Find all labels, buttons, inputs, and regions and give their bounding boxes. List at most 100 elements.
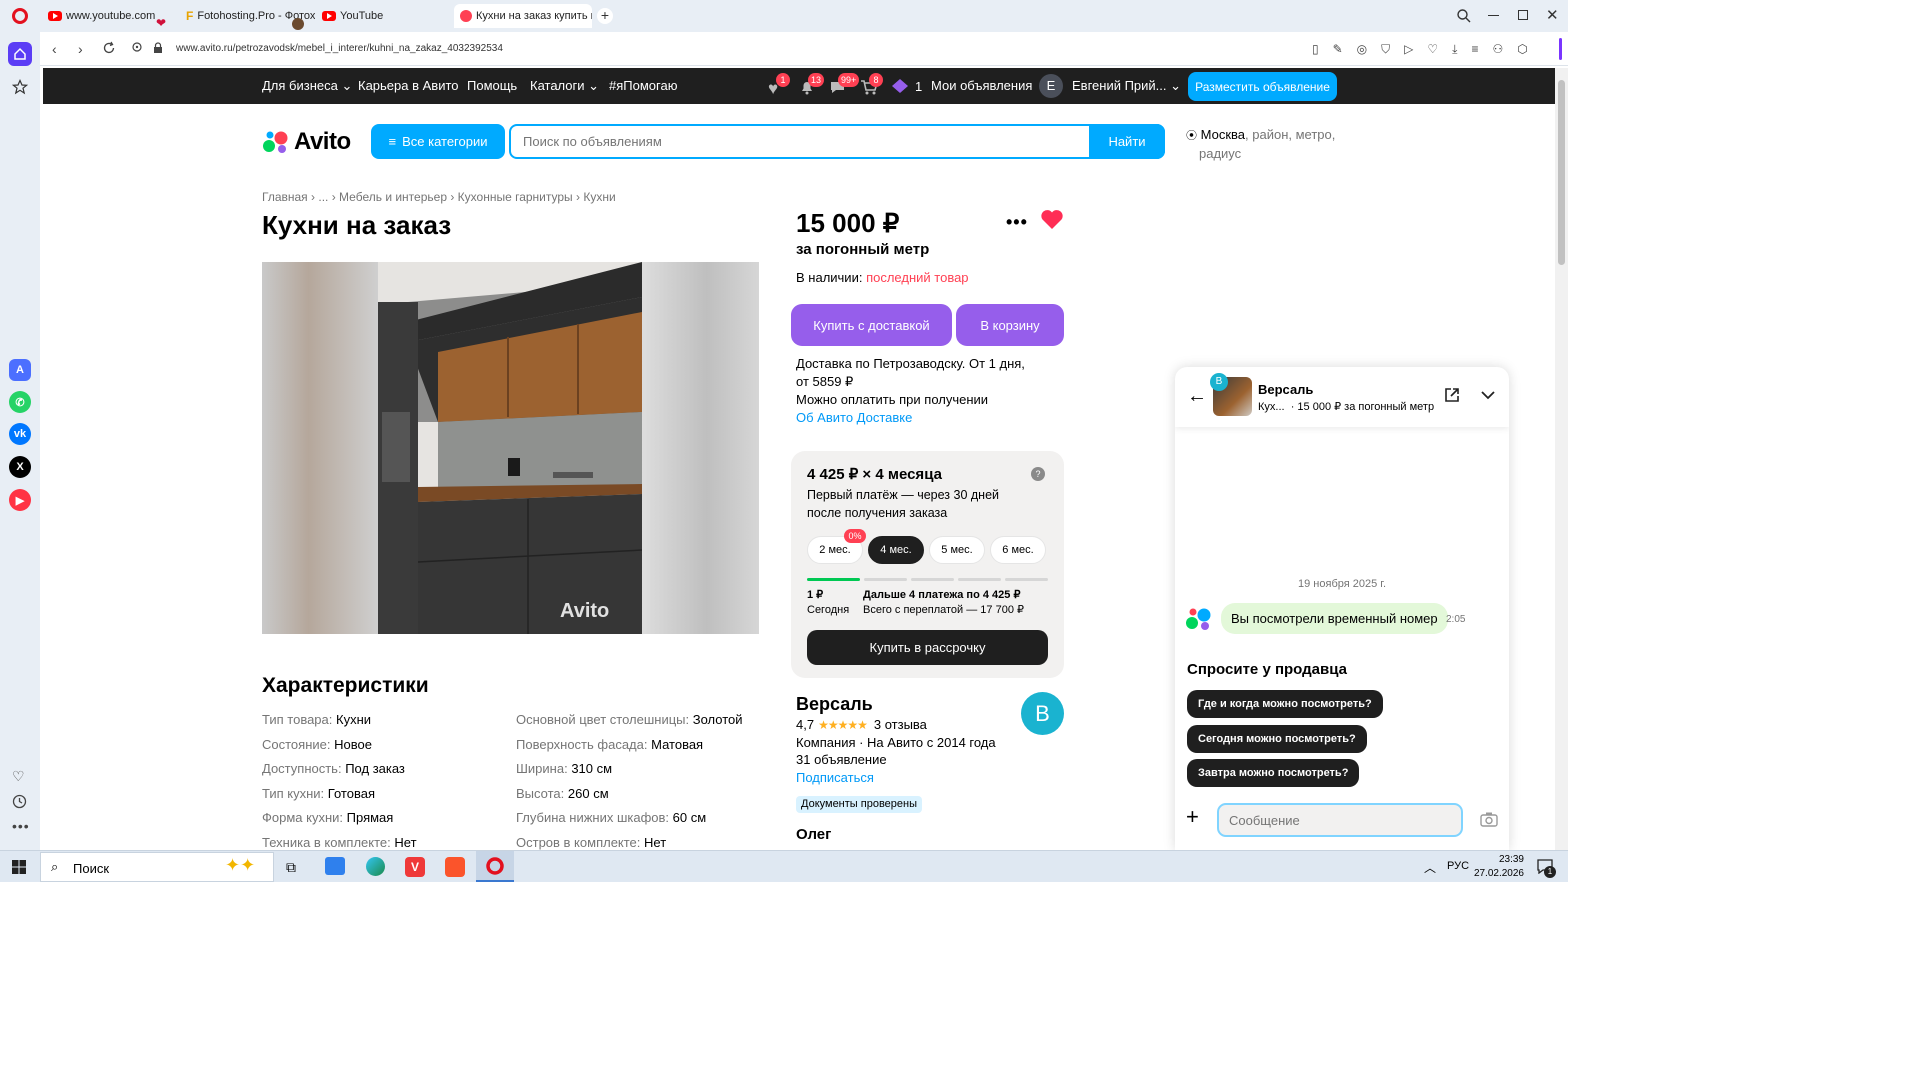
tab-youtube-com[interactable]: www.youtube.com	[42, 4, 172, 28]
home-icon[interactable]	[8, 42, 32, 66]
bonus-counter[interactable]: 1	[891, 78, 922, 94]
url-text[interactable]: www.avito.ru/petrozavodsk/mebel_i_intere…	[176, 43, 503, 54]
menu-icon[interactable]: ≡	[1471, 42, 1478, 57]
seller-name[interactable]: Версаль	[796, 694, 873, 715]
windows-start-icon[interactable]	[12, 860, 26, 874]
clock[interactable]: 23:39 27.02.2026	[1472, 853, 1524, 881]
download-icon[interactable]: ⤓	[1452, 42, 1457, 57]
more-icon[interactable]: •••	[12, 818, 30, 834]
sidebar-toggle[interactable]	[1559, 38, 1562, 60]
avito-logo[interactable]: Avito	[262, 128, 351, 156]
help-icon[interactable]: ?	[1031, 467, 1045, 481]
edit-icon[interactable]: ✎	[1333, 42, 1343, 57]
profile-icon[interactable]: ⚇	[1493, 42, 1504, 57]
minimize-button[interactable]	[1488, 15, 1499, 16]
opera-taskbar-button[interactable]	[476, 851, 514, 882]
all-categories-button[interactable]: ≡ Все категории	[371, 124, 505, 159]
nav-help[interactable]: Помощь	[467, 78, 517, 93]
seller-avatar[interactable]: В	[1021, 692, 1064, 735]
reviews-link[interactable]: 3 отзыва	[874, 717, 927, 732]
add-to-cart-button[interactable]: В корзину	[956, 304, 1064, 346]
heart-outline-icon[interactable]: ♡	[12, 768, 25, 785]
star-icon[interactable]	[9, 76, 31, 98]
chat-message-input[interactable]	[1217, 803, 1463, 837]
search-input[interactable]	[511, 126, 1089, 157]
brave-icon[interactable]	[445, 857, 465, 877]
buy-installment-button[interactable]: Купить в рассрочку	[807, 630, 1048, 665]
aria-icon[interactable]: A	[9, 359, 31, 381]
vk-icon[interactable]: vk	[9, 423, 31, 445]
vivaldi-icon[interactable]: V	[405, 857, 425, 877]
nav-hashtag[interactable]: #яПомогаю	[609, 78, 677, 93]
tab-youtube[interactable]: YouTube	[316, 4, 451, 28]
attach-plus-icon[interactable]: +	[1186, 806, 1199, 828]
buy-with-delivery-button[interactable]: Купить с доставкой	[791, 304, 952, 346]
breadcrumb-furniture[interactable]: Мебель и интерьер	[339, 190, 447, 204]
post-ad-button[interactable]: Разместить объявление	[1188, 72, 1337, 101]
language-indicator[interactable]: РУС	[1447, 860, 1469, 872]
taskbar-search-box[interactable]: ⌕ Поиск ✦✦	[40, 852, 274, 882]
collapse-chevron-icon[interactable]	[1480, 389, 1496, 401]
page-scrollbar[interactable]	[1555, 68, 1568, 850]
edge-icon[interactable]	[366, 857, 385, 876]
x-twitter-icon[interactable]: X	[9, 456, 31, 478]
term-option-4-selected[interactable]: 4 мес.	[868, 536, 924, 564]
location-selector[interactable]: ⦿ Москва, район, метро, радиус	[1186, 126, 1346, 162]
kitchen-photo[interactable]: Avito	[378, 262, 642, 634]
nav-my-ads[interactable]: Мои объявления	[931, 78, 1032, 93]
messages-icon[interactable]: 99+	[829, 73, 860, 95]
quick-question-button[interactable]: Где и когда можно посмотреть?	[1187, 690, 1383, 718]
nav-career[interactable]: Карьера в Авито	[358, 78, 459, 93]
music-player-icon[interactable]: ▶	[9, 489, 31, 511]
whatsapp-icon[interactable]: ✆	[9, 391, 31, 413]
nav-business[interactable]: Для бизнеса ⌄	[262, 78, 352, 94]
play-icon[interactable]: ▷	[1404, 42, 1413, 57]
tab-search-icon[interactable]	[1456, 8, 1472, 24]
extensions-icon[interactable]: ⬡	[1517, 42, 1527, 57]
forward-icon[interactable]: ›	[78, 41, 83, 57]
breadcrumb-home[interactable]: Главная	[262, 190, 308, 204]
subscribe-link[interactable]: Подписаться	[796, 770, 874, 785]
nav-catalogs[interactable]: Каталоги ⌄	[530, 78, 599, 94]
history-icon[interactable]	[12, 794, 27, 809]
tab-avito-active[interactable]: Кухни на заказ купить в Пе	[454, 4, 592, 28]
favorites-heart-icon[interactable]: ♥ 1	[768, 73, 790, 99]
back-icon[interactable]: ‹	[52, 41, 57, 57]
search-find-button[interactable]: Найти	[1089, 124, 1165, 159]
quick-question-button[interactable]: Завтра можно посмотреть?	[1187, 759, 1360, 787]
reload-icon[interactable]	[102, 41, 116, 55]
tray-chevron-icon[interactable]: ︿	[1424, 859, 1436, 876]
breadcrumb-ellipsis[interactable]: ...	[318, 190, 328, 204]
cart-icon[interactable]: 8	[860, 73, 883, 95]
breadcrumb-kitchen-sets[interactable]: Кухонные гарнитуры	[458, 190, 573, 204]
more-options-icon[interactable]: •••	[1006, 212, 1028, 233]
favorite-heart-icon[interactable]	[1040, 208, 1064, 230]
photo-gallery[interactable]: Avito	[262, 262, 759, 634]
camera-icon[interactable]	[1480, 811, 1498, 827]
back-arrow-icon[interactable]: ←	[1187, 385, 1207, 408]
user-name-menu[interactable]: Евгений Прий... ⌄	[1072, 78, 1181, 94]
shield-icon[interactable]: ⛉	[1381, 42, 1390, 57]
breadcrumb-kitchens[interactable]: Кухни	[583, 190, 615, 204]
heart-outline-icon[interactable]: ♡	[1427, 42, 1438, 57]
term-option-6[interactable]: 6 мес.	[990, 536, 1046, 564]
location-pin-icon[interactable]	[130, 41, 144, 55]
new-tab-button[interactable]: +	[597, 8, 613, 24]
lock-icon[interactable]	[153, 42, 163, 54]
seller-ads-count[interactable]: 31 объявление	[796, 752, 887, 767]
opera-logo-icon[interactable]	[12, 8, 28, 24]
user-avatar[interactable]: Е	[1039, 74, 1063, 98]
notifications-icon[interactable]: 1	[1537, 858, 1556, 878]
task-view-icon[interactable]: ⧉	[286, 859, 296, 876]
app-mail-icon[interactable]	[325, 857, 345, 875]
about-delivery-link[interactable]: Об Авито Доставке	[796, 409, 1056, 427]
camera-icon[interactable]: ◎	[1357, 42, 1367, 57]
notifications-bell-icon[interactable]: 13	[799, 73, 825, 95]
quick-question-button[interactable]: Сегодня можно посмотреть?	[1187, 725, 1367, 753]
reader-icon[interactable]: ▯	[1312, 42, 1319, 57]
close-window-button[interactable]: ✕	[1546, 6, 1559, 24]
open-external-icon[interactable]	[1444, 387, 1460, 403]
maximize-button[interactable]	[1518, 10, 1528, 20]
term-option-5[interactable]: 5 мес.	[929, 536, 985, 564]
scrollbar-thumb[interactable]	[1558, 80, 1565, 265]
